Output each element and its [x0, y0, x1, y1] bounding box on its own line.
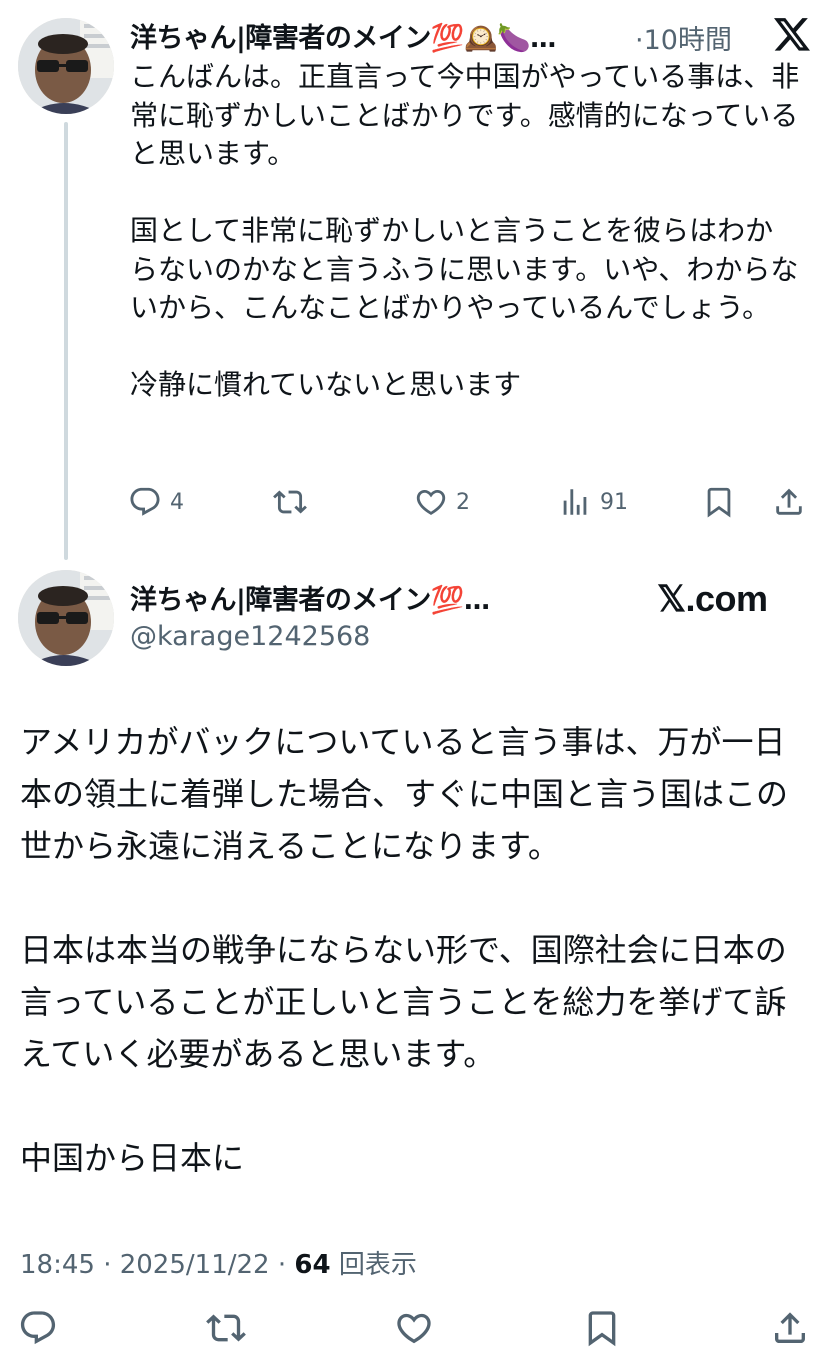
reply-time[interactable]: ·10時間: [635, 18, 732, 57]
bookmark-button[interactable]: [702, 482, 736, 522]
reply-header: 洋ちゃん|障害者のメイン💯🕰️🍆… ·10時間: [130, 14, 820, 57]
main-name-emoji: 💯: [430, 585, 465, 616]
retweet-button[interactable]: [273, 482, 315, 522]
bookmark-icon: [588, 1311, 616, 1347]
like-count: 2: [456, 489, 470, 515]
main-paragraph-3: 中国から日本に: [20, 1139, 245, 1177]
bookmark-button[interactable]: [582, 1308, 622, 1348]
main-text: アメリカがバックについていると言う事は、万が一日本の領土に着弾した場合、すぐに中…: [20, 716, 810, 1236]
main-display-name[interactable]: 洋ちゃん|障害者のメイン💯…: [130, 578, 490, 617]
like-icon: [397, 1313, 431, 1344]
retweet-icon: [206, 1314, 246, 1342]
views-icon: [563, 489, 587, 515]
reply-paragraph-3: 冷静に慣れていないと思います: [130, 368, 522, 401]
xcom-watermark: 𝕏.com: [657, 578, 768, 619]
reply-icon: [20, 1311, 56, 1345]
main-handle[interactable]: @karage1242568: [130, 621, 370, 652]
reply-icon: [130, 487, 160, 516]
share-button[interactable]: [770, 1308, 810, 1348]
x-logo-icon[interactable]: [772, 14, 812, 54]
reply-button[interactable]: [18, 1308, 58, 1348]
retweet-icon: [273, 490, 307, 514]
share-icon: [775, 1312, 805, 1343]
reply-action-bar: 4 2 91: [128, 482, 818, 522]
avatar-photo: [18, 18, 114, 114]
views-button[interactable]: 91: [558, 482, 628, 522]
retweet-button[interactable]: [206, 1308, 246, 1348]
reply-name-text: 洋ちゃん|障害者のメイン: [130, 23, 431, 54]
reply-paragraph-1: こんばんは。正直言って今中国がやっている事は、非常に恥ずかしいことばかりです。感…: [130, 60, 800, 170]
share-icon: [776, 488, 802, 515]
main-name-text: 洋ちゃん|障害者のメイン: [130, 585, 431, 616]
reply-name-emojis: 💯🕰️🍆: [430, 23, 531, 54]
view-count: 91: [600, 489, 628, 515]
avatar[interactable]: [18, 18, 114, 114]
reply-button[interactable]: 4: [128, 482, 184, 522]
main-action-bar: [0, 1308, 828, 1352]
reply-count: 4: [170, 489, 184, 515]
share-button[interactable]: [772, 482, 806, 522]
main-name-ellipsis: …: [464, 586, 490, 616]
bookmark-icon: [707, 487, 731, 518]
avatar[interactable]: [18, 570, 114, 666]
tweet-views-number: 64: [294, 1250, 331, 1280]
main-paragraph-2: 日本は本当の戦争にならない形で、国際社会に日本の言っていることが正しいと言うこと…: [20, 931, 787, 1073]
avatar-photo: [18, 570, 114, 666]
main-paragraph-1: アメリカがバックについていると言う事は、万が一日本の領土に着弾した場合、すぐに中…: [20, 723, 789, 865]
like-button[interactable]: 2: [414, 482, 470, 522]
reply-display-name[interactable]: 洋ちゃん|障害者のメイン💯🕰️🍆…: [130, 16, 556, 55]
like-icon: [416, 489, 446, 515]
reply-text: こんばんは。正直言って今中国がやっている事は、非常に恥ずかしいことばかりです。感…: [130, 58, 800, 405]
reply-paragraph-2: 国として非常に恥ずかしいと言うことを彼らはわからないのかなと言うふうに思います。…: [130, 214, 799, 324]
tweet-views-label: 回表示: [330, 1250, 417, 1280]
reply-name-ellipsis: …: [530, 24, 556, 54]
thread-line: [64, 122, 68, 560]
tweet-meta: 18:45 · 2025/11/22 · 64 回表示: [20, 1244, 417, 1281]
tweet-timestamp[interactable]: 18:45 · 2025/11/22 ·: [20, 1250, 294, 1280]
like-button[interactable]: [394, 1308, 434, 1348]
